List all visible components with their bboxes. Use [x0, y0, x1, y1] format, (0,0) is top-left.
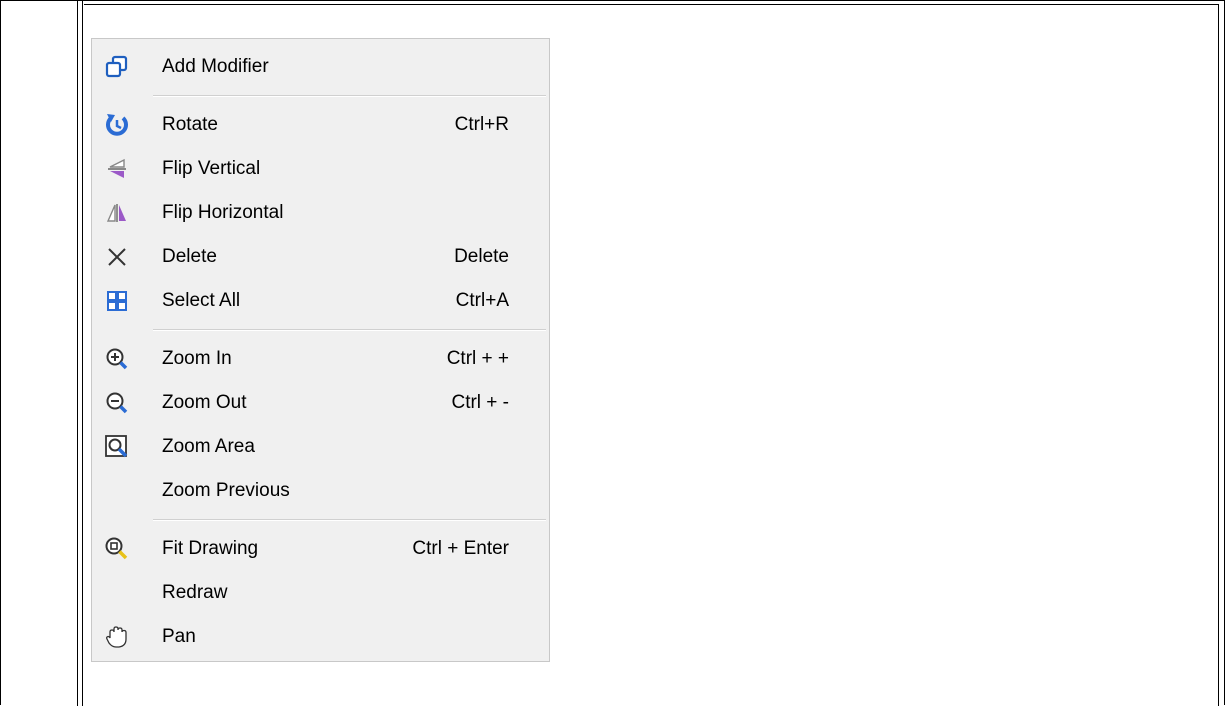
menu-item-shortcut: Ctrl+A [455, 290, 509, 311]
add-modifier-icon [104, 54, 130, 80]
menu-item-label: Fit Drawing [162, 538, 259, 559]
menu-item-label: Zoom Previous [162, 480, 290, 501]
column-divider [77, 0, 83, 706]
zoom-area-icon [104, 434, 130, 460]
menu-separator [153, 519, 546, 521]
menu-item-delete[interactable]: Delete Delete [92, 235, 549, 279]
menu-separator [153, 329, 546, 331]
menu-item-fit-drawing[interactable]: Fit Drawing Ctrl + Enter [92, 527, 549, 571]
rotate-icon [104, 112, 130, 138]
menu-item-label: Pan [162, 626, 196, 647]
close-icon [104, 244, 130, 270]
cell-top-border [84, 4, 1219, 5]
menu-item-label: Flip Vertical [162, 158, 261, 179]
menu-item-flip-horizontal[interactable]: Flip Horizontal [92, 191, 549, 235]
menu-item-pan[interactable]: Pan [92, 615, 549, 659]
menu-item-label: Add Modifier [162, 56, 269, 77]
menu-item-shortcut: Delete [454, 246, 509, 267]
cell-right-border [1218, 4, 1219, 706]
hand-icon [104, 624, 130, 650]
menu-separator [153, 95, 546, 97]
menu-item-label: Zoom In [162, 348, 232, 369]
menu-item-shortcut: Ctrl + Enter [412, 538, 509, 559]
zoom-out-icon [104, 390, 130, 416]
menu-item-zoom-previous[interactable]: Zoom Previous [92, 469, 549, 513]
menu-item-label: Zoom Out [162, 392, 247, 413]
flip-horizontal-icon [104, 200, 130, 226]
menu-item-rotate[interactable]: Rotate Ctrl+R [92, 103, 549, 147]
context-menu: Add Modifier Rotate Ctrl+R Flip Vertical [91, 38, 550, 662]
menu-item-shortcut: Ctrl + + [446, 348, 509, 369]
menu-item-select-all[interactable]: Select All Ctrl+A [92, 279, 549, 323]
menu-item-zoom-in[interactable]: Zoom In Ctrl + + [92, 337, 549, 381]
menu-item-label: Select All [162, 290, 241, 311]
menu-item-zoom-out[interactable]: Zoom Out Ctrl + - [92, 381, 549, 425]
menu-item-add-modifier[interactable]: Add Modifier [92, 45, 549, 89]
flip-vertical-icon [104, 156, 130, 182]
menu-item-zoom-area[interactable]: Zoom Area [92, 425, 549, 469]
fit-drawing-icon [104, 536, 130, 562]
zoom-in-icon [104, 346, 130, 372]
menu-item-label: Zoom Area [162, 436, 255, 457]
menu-item-label: Flip Horizontal [162, 202, 284, 223]
menu-item-label: Delete [162, 246, 217, 267]
menu-item-shortcut: Ctrl + - [451, 392, 509, 413]
menu-item-flip-vertical[interactable]: Flip Vertical [92, 147, 549, 191]
menu-item-label: Rotate [162, 114, 218, 135]
menu-item-shortcut: Ctrl+R [454, 114, 509, 135]
select-all-icon [104, 288, 130, 314]
menu-item-redraw[interactable]: Redraw [92, 571, 549, 615]
menu-item-label: Redraw [162, 582, 228, 603]
